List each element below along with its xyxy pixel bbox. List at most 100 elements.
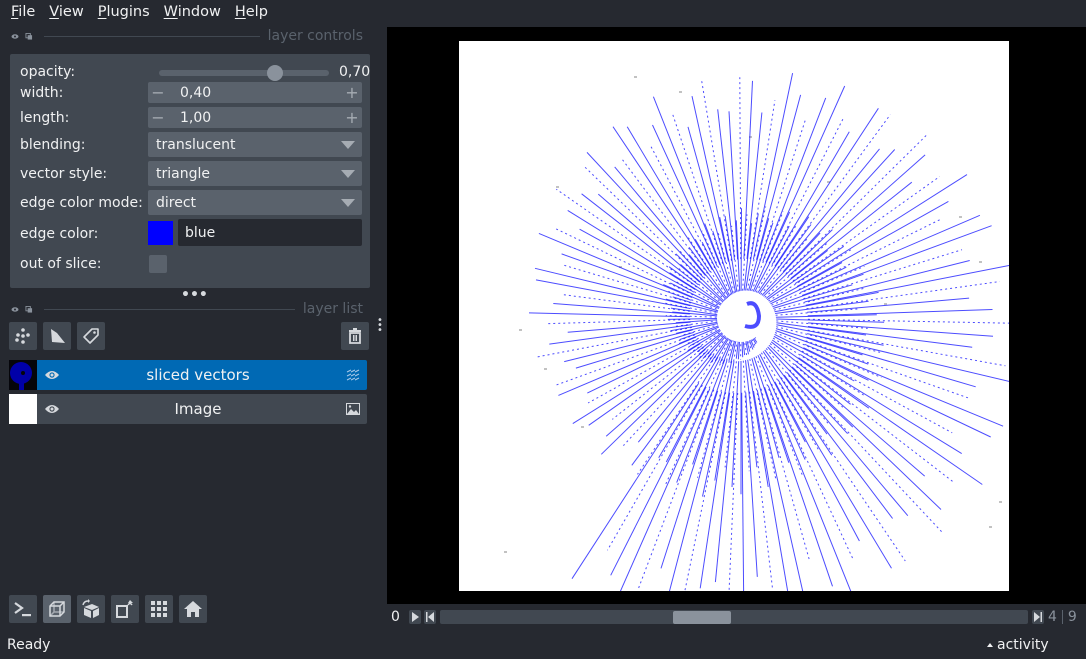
image-speck bbox=[556, 186, 559, 188]
opacity-slider-handle[interactable] bbox=[267, 65, 283, 81]
width-increment-button[interactable]: + bbox=[342, 83, 362, 102]
status-text: Ready bbox=[7, 637, 51, 653]
vector-line bbox=[742, 214, 748, 291]
grid-view-button[interactable] bbox=[145, 595, 173, 623]
visibility-toggle[interactable] bbox=[37, 403, 67, 415]
layer-thumbnail bbox=[9, 394, 37, 424]
image-speck bbox=[979, 261, 982, 263]
blending-dropdown[interactable]: translucent bbox=[148, 132, 362, 157]
vector-line bbox=[796, 200, 949, 287]
layer-row-sliced-vectors[interactable]: sliced vectors bbox=[9, 360, 367, 390]
vector-line bbox=[807, 326, 973, 348]
dim-axis-label[interactable]: 0 bbox=[387, 609, 403, 625]
width-spinbox[interactable]: − 0,40 + bbox=[148, 82, 362, 103]
vector-line bbox=[545, 319, 691, 325]
image-speck bbox=[989, 526, 992, 528]
vector-line bbox=[687, 126, 727, 263]
visibility-toggle[interactable] bbox=[37, 369, 67, 381]
layer-thumbnail bbox=[9, 360, 37, 390]
new-points-layer-button[interactable] bbox=[9, 322, 37, 350]
edge-color-swatch[interactable] bbox=[148, 221, 173, 245]
first-frame-button[interactable] bbox=[424, 610, 436, 624]
layer-list-header: layer list bbox=[0, 299, 372, 319]
hide-eye-icon[interactable] bbox=[11, 33, 19, 40]
float-panel-icon[interactable] bbox=[25, 305, 33, 313]
activity-button[interactable]: activity bbox=[987, 637, 1049, 653]
chevron-down-icon bbox=[341, 198, 355, 207]
viewer-canvas[interactable] bbox=[387, 27, 1086, 604]
length-label: length: bbox=[20, 109, 70, 126]
vector-line bbox=[671, 112, 724, 264]
dims-current-value[interactable]: 4 bbox=[1048, 609, 1057, 625]
panel-splitter-handle[interactable]: • • • bbox=[377, 316, 383, 336]
menu-view[interactable]: View bbox=[42, 0, 90, 24]
vectors-type-icon bbox=[339, 368, 367, 382]
dims-max-value: 9 bbox=[1067, 609, 1077, 625]
new-shapes-layer-button[interactable] bbox=[43, 322, 71, 350]
play-button[interactable] bbox=[409, 610, 421, 624]
image-speck bbox=[634, 76, 637, 78]
transpose-dimensions-button[interactable] bbox=[111, 595, 139, 623]
menu-plugins[interactable]: Plugins bbox=[91, 0, 157, 24]
vectors-layer bbox=[504, 72, 1009, 591]
width-decrement-button[interactable]: − bbox=[148, 83, 168, 102]
console-button[interactable] bbox=[9, 595, 37, 623]
out-of-slice-checkbox[interactable] bbox=[149, 255, 167, 273]
menu-help[interactable]: Help bbox=[228, 0, 275, 24]
menu-file[interactable]: File bbox=[4, 0, 42, 24]
vector-line bbox=[771, 383, 854, 560]
dims-slider-thumb[interactable] bbox=[673, 611, 732, 624]
layer-list-title: layer list bbox=[302, 301, 363, 317]
vector-line bbox=[806, 281, 1000, 310]
transpose-icon bbox=[116, 600, 133, 618]
length-increment-button[interactable]: + bbox=[342, 108, 362, 127]
vector-line bbox=[528, 312, 690, 318]
toggle-ndisplay-button[interactable] bbox=[43, 595, 71, 623]
vector-line bbox=[753, 357, 790, 463]
image-speck bbox=[544, 368, 547, 370]
vector-line bbox=[581, 193, 699, 285]
vector-style-dropdown[interactable]: triangle bbox=[148, 161, 362, 186]
vector-line bbox=[612, 126, 711, 272]
layer-row-image[interactable]: Image bbox=[9, 394, 367, 424]
vector-line bbox=[776, 326, 881, 353]
vector-line bbox=[626, 126, 713, 270]
out-of-slice-label: out of slice: bbox=[20, 256, 102, 272]
menu-plugins-label: lugins bbox=[106, 4, 150, 20]
image-speck bbox=[959, 216, 962, 218]
menu-file-label: ile bbox=[18, 4, 36, 20]
length-spinbox[interactable]: − 1,00 + bbox=[148, 107, 362, 128]
vector-line bbox=[773, 288, 864, 311]
new-labels-layer-button[interactable] bbox=[77, 322, 105, 350]
width-value[interactable]: 0,40 bbox=[168, 85, 342, 101]
opacity-slider[interactable] bbox=[159, 65, 329, 81]
hide-eye-icon[interactable] bbox=[11, 306, 19, 313]
vector-line bbox=[789, 369, 944, 535]
vector-line bbox=[796, 360, 954, 483]
edge-color-mode-dropdown[interactable]: direct bbox=[148, 190, 362, 215]
roll-dimensions-button[interactable] bbox=[77, 595, 105, 623]
vector-line bbox=[587, 341, 699, 404]
shapes-icon bbox=[51, 329, 65, 343]
vector-line bbox=[764, 387, 833, 587]
delete-layer-button[interactable] bbox=[341, 322, 369, 350]
menu-window[interactable]: Window bbox=[157, 0, 228, 24]
length-decrement-button[interactable]: − bbox=[148, 108, 168, 127]
vector-line bbox=[637, 389, 715, 591]
vector-line bbox=[652, 96, 721, 266]
vector-line bbox=[769, 262, 843, 303]
image-speck bbox=[581, 426, 584, 428]
vector-line bbox=[701, 80, 732, 261]
length-value[interactable]: 1,00 bbox=[168, 110, 342, 126]
vector-line bbox=[756, 389, 804, 591]
skip-end-icon bbox=[1034, 612, 1042, 622]
vector-line bbox=[717, 109, 735, 261]
reset-view-button[interactable] bbox=[179, 595, 207, 623]
float-panel-icon[interactable] bbox=[25, 32, 33, 40]
layer-buttons bbox=[9, 322, 105, 350]
layer-name[interactable]: Image bbox=[67, 400, 329, 418]
layer-name[interactable]: sliced vectors bbox=[67, 366, 329, 384]
dims-slider-track[interactable] bbox=[440, 610, 1028, 624]
last-frame-button[interactable] bbox=[1032, 610, 1044, 624]
edge-color-input[interactable]: blue bbox=[178, 219, 362, 246]
